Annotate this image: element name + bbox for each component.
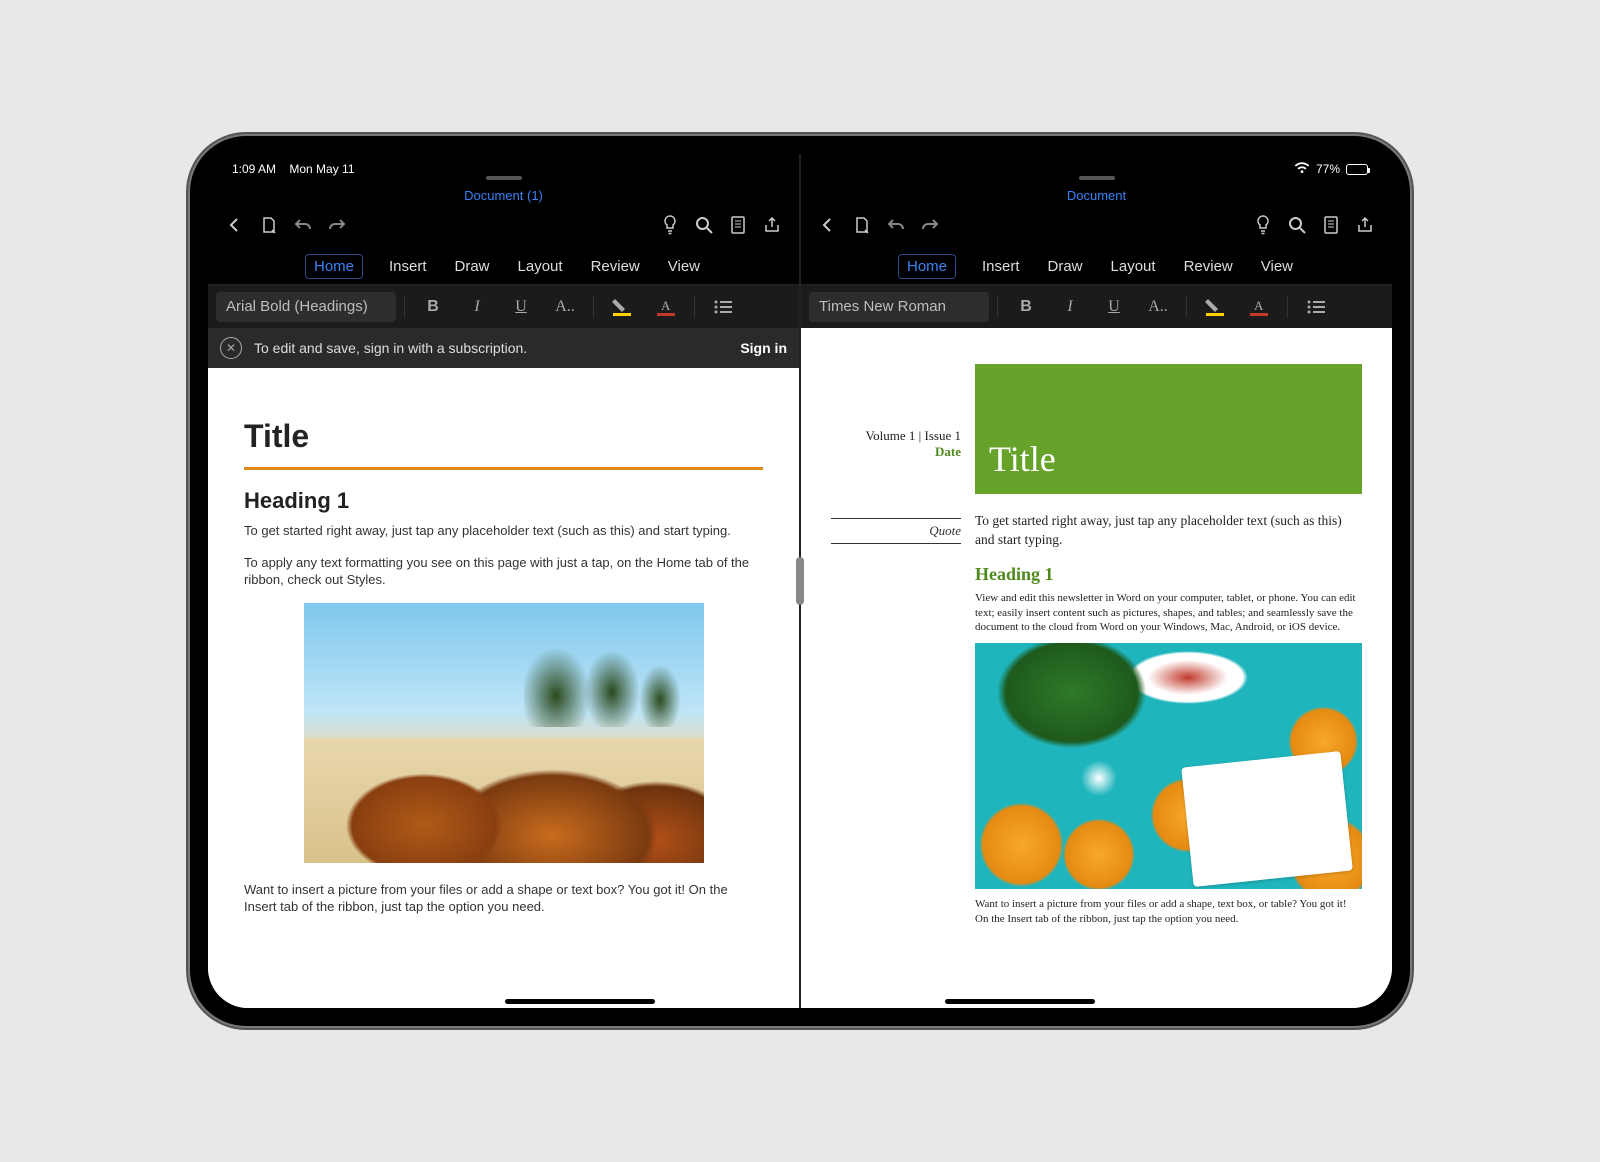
reading-view-icon[interactable] (1314, 208, 1348, 242)
redo-button[interactable] (913, 208, 947, 242)
file-menu-icon[interactable] (845, 208, 879, 242)
bold-button[interactable]: B (413, 292, 453, 322)
top-toolbar-left (208, 202, 799, 248)
more-font-button[interactable]: A.. (545, 292, 585, 322)
highlight-button[interactable] (1195, 292, 1235, 322)
body-para[interactable]: View and edit this newsletter in Word on… (975, 591, 1362, 636)
tab-layout[interactable]: Layout (1109, 254, 1158, 279)
bullets-button[interactable] (703, 292, 743, 322)
volume-issue[interactable]: Volume 1 | Issue 1 (831, 428, 961, 444)
title-rule (244, 467, 763, 470)
newsletter-banner[interactable]: Title (975, 364, 1362, 494)
doc-image-rocks[interactable] (304, 603, 704, 863)
multitask-handle-left[interactable] (486, 176, 522, 180)
tab-home[interactable]: Home (305, 254, 363, 279)
ipad-frame: 1:09 AM Mon May 11 77% Document (1) (190, 136, 1410, 1026)
search-icon[interactable] (687, 208, 721, 242)
ribbon-tools-right: Times New Roman B I U A.. A (801, 284, 1392, 328)
ribbon-tabs-left: Home Insert Draw Layout Review View (208, 248, 799, 284)
document-canvas-left[interactable]: Title Heading 1 To get started right awa… (208, 368, 799, 1008)
font-color-button[interactable]: A (646, 292, 686, 322)
more-font-button[interactable]: A.. (1138, 292, 1178, 322)
doc-para-1[interactable]: To get started right away, just tap any … (244, 522, 763, 540)
redo-button[interactable] (320, 208, 354, 242)
top-toolbar-right (801, 202, 1392, 248)
doc-para-2[interactable]: To apply any text formatting you see on … (244, 554, 763, 589)
doc-title-text[interactable]: Title (244, 418, 763, 455)
font-selector[interactable]: Arial Bold (Headings) (216, 292, 396, 322)
svg-text:A: A (1254, 298, 1264, 313)
newsletter-heading1[interactable]: Heading 1 (975, 564, 1362, 585)
share-icon[interactable] (1348, 208, 1382, 242)
share-icon[interactable] (755, 208, 789, 242)
right-app-pane: Document Home Insert Draw (801, 154, 1392, 1008)
back-button[interactable] (811, 208, 845, 242)
underline-button[interactable]: U (501, 292, 541, 322)
italic-button[interactable]: I (1050, 292, 1090, 322)
home-indicator-left[interactable] (505, 999, 655, 1004)
notice-text: To edit and save, sign in with a subscri… (254, 340, 527, 356)
tab-review[interactable]: Review (1182, 254, 1235, 279)
caption-para[interactable]: Want to insert a picture from your files… (975, 897, 1362, 927)
undo-button[interactable] (879, 208, 913, 242)
battery-icon (1346, 164, 1368, 175)
underline-button[interactable]: U (1094, 292, 1134, 322)
highlight-button[interactable] (602, 292, 642, 322)
intro-para[interactable]: To get started right away, just tap any … (975, 512, 1362, 550)
back-button[interactable] (218, 208, 252, 242)
lightbulb-icon[interactable] (1246, 208, 1280, 242)
signin-notice: ✕ To edit and save, sign in with a subsc… (208, 328, 799, 368)
home-indicator-right[interactable] (945, 999, 1095, 1004)
tab-view[interactable]: View (1259, 254, 1295, 279)
bold-button[interactable]: B (1006, 292, 1046, 322)
document-canvas-right[interactable]: Volume 1 | Issue 1 Date Quote Title To g… (801, 328, 1392, 1008)
screen: 1:09 AM Mon May 11 77% Document (1) (208, 154, 1392, 1008)
search-icon[interactable] (1280, 208, 1314, 242)
doc-image-apricots[interactable] (975, 643, 1362, 889)
bullets-button[interactable] (1296, 292, 1336, 322)
doc-heading1[interactable]: Heading 1 (244, 488, 763, 514)
italic-button[interactable]: I (457, 292, 497, 322)
svg-text:A: A (661, 298, 671, 313)
tab-draw[interactable]: Draw (453, 254, 492, 279)
tab-home[interactable]: Home (898, 254, 956, 279)
tab-view[interactable]: View (666, 254, 702, 279)
multitask-handle-right[interactable] (1079, 176, 1115, 180)
splitview-divider[interactable] (799, 154, 801, 1008)
reading-view-icon[interactable] (721, 208, 755, 242)
file-menu-icon[interactable] (252, 208, 286, 242)
tab-insert[interactable]: Insert (387, 254, 429, 279)
date-label[interactable]: Date (831, 444, 961, 460)
quote-label[interactable]: Quote (831, 518, 961, 544)
tab-layout[interactable]: Layout (516, 254, 565, 279)
font-selector[interactable]: Times New Roman (809, 292, 989, 322)
tab-draw[interactable]: Draw (1046, 254, 1085, 279)
close-icon[interactable]: ✕ (220, 337, 242, 359)
tab-review[interactable]: Review (589, 254, 642, 279)
font-color-button[interactable]: A (1239, 292, 1279, 322)
left-app-pane: Document (1) Home Insert Draw (208, 154, 799, 1008)
splitview-grabber[interactable] (796, 557, 804, 605)
doc-title-right[interactable]: Document (1067, 188, 1126, 203)
tab-insert[interactable]: Insert (980, 254, 1022, 279)
doc-title-left[interactable]: Document (1) (464, 188, 543, 203)
ribbon-tools-left: Arial Bold (Headings) B I U A.. A (208, 284, 799, 328)
ribbon-tabs-right: Home Insert Draw Layout Review View (801, 248, 1392, 284)
signin-button[interactable]: Sign in (740, 340, 787, 356)
doc-para-3[interactable]: Want to insert a picture from your files… (244, 881, 763, 916)
lightbulb-icon[interactable] (653, 208, 687, 242)
undo-button[interactable] (286, 208, 320, 242)
